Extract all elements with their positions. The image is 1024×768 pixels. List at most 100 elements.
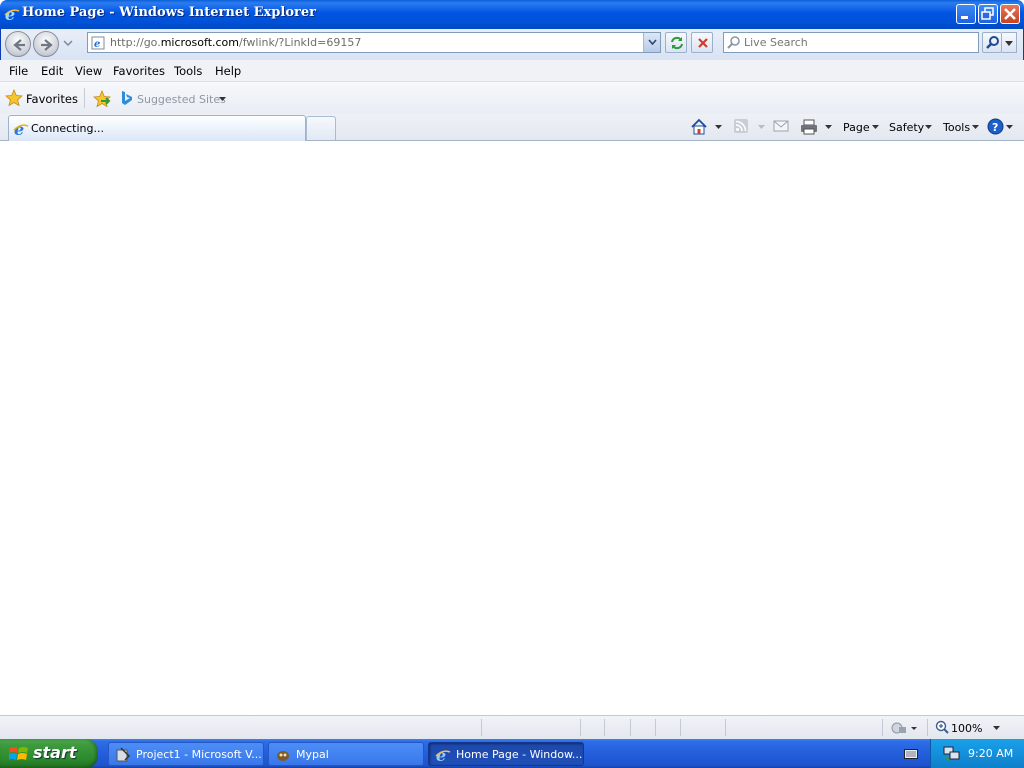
url-text[interactable]: http://go.microsoft.com/fwlink/?LinkId=6…	[110, 36, 361, 49]
refresh-button[interactable]	[665, 32, 687, 53]
start-button[interactable]: start	[0, 739, 98, 768]
chevron-down-icon	[1006, 125, 1013, 129]
mail-icon	[773, 120, 789, 132]
zoom-level[interactable]: 100%	[951, 722, 982, 735]
search-button[interactable]	[982, 32, 1002, 53]
ie-logo-icon: e	[435, 747, 451, 763]
tools-menu-label: Tools	[943, 121, 971, 134]
help-button[interactable]: ?	[987, 118, 1015, 136]
clock[interactable]: 9:20 AM	[968, 747, 1013, 760]
taskbar-item-label: Project1 - Microsoft V...	[136, 748, 262, 761]
forward-arrow-icon	[41, 39, 53, 51]
back-arrow-icon	[13, 39, 25, 51]
zoom-icon[interactable]	[935, 720, 949, 734]
chevron-down-icon	[825, 125, 832, 129]
security-zone-icon[interactable]	[890, 720, 920, 736]
chevron-down-icon	[925, 125, 932, 129]
chevron-down-icon	[872, 125, 879, 129]
refresh-icon	[671, 36, 683, 50]
bing-icon	[122, 91, 132, 105]
favorites-bar: Favorites Suggested Sites	[0, 82, 1024, 114]
print-button[interactable]	[800, 118, 834, 136]
menu-bar: File Edit View Favorites Tools Help	[0, 60, 1024, 82]
restore-icon	[981, 7, 994, 20]
rss-feed-icon	[734, 119, 748, 133]
menu-view[interactable]: View	[75, 64, 102, 78]
magnifier-icon	[986, 36, 999, 49]
status-divider	[630, 719, 631, 736]
chevron-down-icon	[715, 125, 722, 129]
chevron-down-icon	[758, 125, 765, 129]
search-input[interactable]	[744, 35, 974, 50]
menu-edit[interactable]: Edit	[41, 64, 63, 78]
status-bar: 100%	[0, 715, 1024, 739]
forward-button[interactable]	[33, 31, 59, 57]
chevron-down-icon	[648, 39, 657, 45]
page-content[interactable]	[0, 141, 1024, 715]
windows-logo-icon	[9, 747, 28, 760]
taskbar: start Project1 - Microsoft V... Mypal e …	[0, 739, 1024, 768]
keyboard-icon[interactable]	[904, 748, 918, 760]
feeds-button[interactable]	[733, 118, 767, 136]
stop-button[interactable]	[691, 32, 713, 53]
menu-file[interactable]: File	[9, 64, 28, 78]
search-icon	[727, 36, 740, 49]
minimize-button[interactable]	[956, 4, 976, 24]
tools-menu-button[interactable]: Tools	[943, 118, 981, 136]
minimize-icon	[961, 16, 968, 19]
network-icon[interactable]	[943, 745, 961, 761]
search-box[interactable]	[723, 32, 979, 53]
safety-menu-label: Safety	[889, 121, 925, 134]
ie-logo-icon: e	[13, 121, 29, 137]
ie-logo-icon: e	[4, 6, 20, 22]
recent-pages-dropdown-icon[interactable]	[62, 37, 74, 49]
add-to-favorites-bar-icon[interactable]	[93, 90, 111, 108]
status-divider	[481, 719, 482, 736]
chevron-down-icon[interactable]	[993, 726, 1000, 730]
read-mail-button[interactable]	[773, 118, 791, 136]
back-button[interactable]	[5, 31, 31, 57]
tab-home-page[interactable]: e Connecting...	[8, 115, 306, 141]
menu-favorites[interactable]: Favorites	[113, 64, 165, 78]
status-divider	[580, 719, 581, 736]
chevron-down-icon	[972, 125, 979, 129]
chevron-down-icon	[219, 97, 226, 101]
system-tray: 9:20 AM	[930, 739, 1024, 768]
new-tab-button[interactable]	[306, 116, 336, 140]
status-divider	[927, 719, 928, 736]
start-label: start	[33, 743, 77, 762]
title-bar[interactable]: e Home Page - Windows Internet Explorer	[0, 0, 1024, 29]
status-divider	[655, 719, 656, 736]
home-icon	[691, 118, 707, 135]
printer-icon	[801, 119, 817, 135]
taskbar-item-project1[interactable]: Project1 - Microsoft V...	[108, 742, 264, 766]
address-dropdown-button[interactable]	[643, 33, 660, 52]
star-icon	[5, 89, 23, 107]
restore-button[interactable]	[978, 4, 998, 24]
mypal-icon	[277, 751, 289, 761]
address-bar[interactable]: e http://go.microsoft.com/fwlink/?LinkId…	[87, 32, 661, 53]
close-button[interactable]	[1000, 4, 1020, 24]
taskbar-item-label: Mypal	[296, 748, 329, 761]
status-divider	[882, 719, 883, 736]
window-title: Home Page - Windows Internet Explorer	[22, 5, 316, 20]
page-menu-button[interactable]: Page	[843, 118, 881, 136]
page-icon: e	[91, 36, 105, 50]
visual-basic-icon	[116, 747, 131, 762]
taskbar-item-mypal[interactable]: Mypal	[268, 742, 424, 766]
menu-help[interactable]: Help	[215, 64, 241, 78]
suggested-sites-label: Suggested Sites	[137, 93, 226, 106]
svg-text:?: ?	[992, 121, 998, 134]
taskbar-item-home-page[interactable]: e Home Page - Window...	[428, 742, 584, 766]
tab-label: Connecting...	[31, 122, 104, 135]
home-button[interactable]	[690, 118, 724, 136]
favorites-label: Favorites	[26, 92, 78, 106]
stop-icon	[698, 38, 708, 48]
chevron-down-icon	[1005, 41, 1013, 46]
safety-menu-button[interactable]: Safety	[889, 118, 935, 136]
search-options-button[interactable]	[1002, 32, 1017, 53]
svg-text:e: e	[94, 39, 100, 50]
status-divider	[725, 719, 726, 736]
menu-tools[interactable]: Tools	[174, 64, 202, 78]
status-divider	[680, 719, 681, 736]
